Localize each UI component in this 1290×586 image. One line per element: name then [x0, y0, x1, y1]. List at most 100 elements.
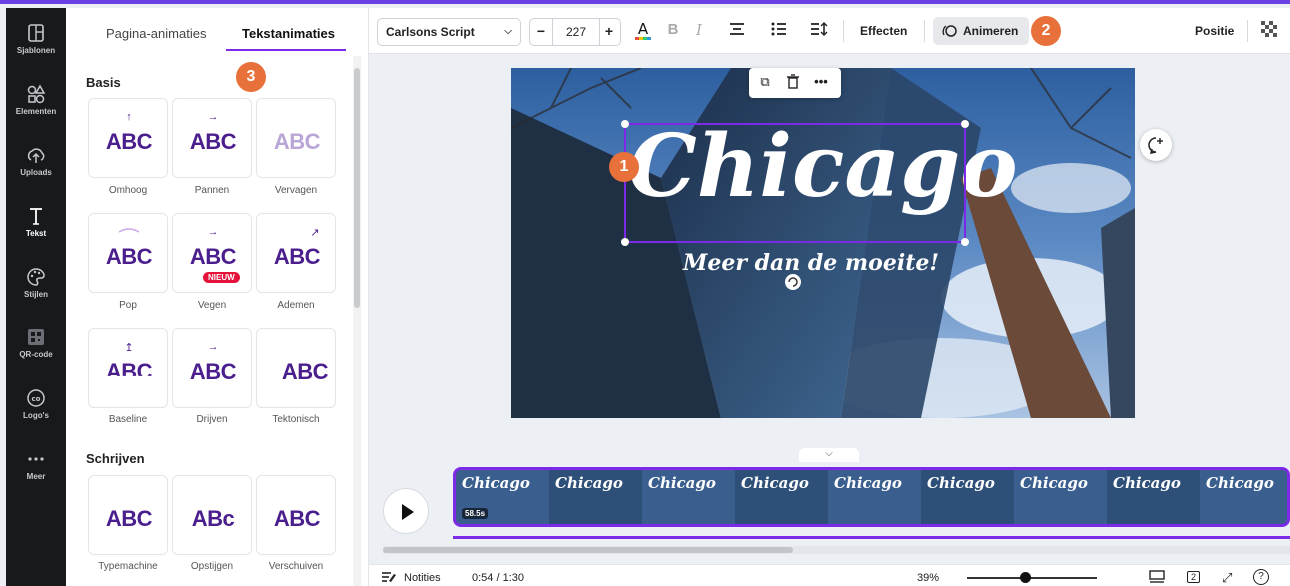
tab-page-animations[interactable]: Pagina-animaties [106, 26, 206, 41]
design-title[interactable]: Chicago [628, 116, 1017, 217]
animation-label: Vegen [197, 300, 227, 311]
animation-pannen[interactable]: → ABC [172, 98, 252, 178]
animation-opstijgen[interactable]: ABc [172, 475, 252, 555]
sidebar-item-templates[interactable]: Sjablonen [6, 22, 66, 55]
svg-text:A: A [638, 21, 649, 38]
align-center-button[interactable] [727, 21, 747, 41]
palette-icon [27, 268, 45, 286]
font-family-select[interactable]: Carlsons Script ⌵ [377, 18, 521, 46]
sidebar-item-text[interactable]: Tekst [6, 205, 66, 238]
sidebar-item-logos[interactable]: co Logo's [6, 387, 66, 420]
timeline-scrollbar[interactable] [383, 546, 1290, 554]
panel-scrollbar[interactable] [353, 56, 361, 586]
clip-frame: Chicago [1200, 470, 1287, 524]
font-size-value[interactable]: 227 [552, 19, 600, 45]
animation-ademen[interactable]: ↗ ABC [256, 213, 336, 293]
templates-icon [28, 24, 44, 42]
animation-vegen[interactable]: → ABC NIEUW [172, 213, 252, 293]
grid-view-icon[interactable] [1149, 570, 1165, 586]
list-button[interactable] [769, 21, 789, 41]
timeline-clip[interactable]: Chicago 58.5s Chicago Chicago Chicago Chi… [453, 467, 1290, 527]
page-count[interactable]: 2 [1187, 571, 1201, 583]
notes-icon[interactable] [381, 570, 397, 586]
notes-button[interactable]: Notities [404, 572, 441, 584]
spacing-button[interactable] [809, 21, 829, 41]
sidebar-item-label: Meer [26, 472, 46, 481]
timeline-toggle[interactable]: ⌵ [799, 448, 859, 462]
city-photo: Chicago Meer dan de moeite! [511, 68, 1135, 418]
comment-button[interactable] [1140, 129, 1172, 161]
arrow-right-icon: → [207, 341, 219, 353]
preview-text: ABC [189, 129, 237, 154]
bold-button[interactable]: B [665, 21, 681, 41]
animation-label: Pannen [194, 185, 230, 196]
frame-text: Chicago [927, 474, 995, 492]
logo-icon: co [27, 389, 45, 407]
help-icon[interactable]: ? [1253, 569, 1269, 585]
line-spacing-icon [811, 22, 828, 36]
preview-text: ABC [273, 129, 321, 154]
preview-text: ABC [105, 506, 153, 531]
callout-badge-2: 2 [1031, 16, 1061, 46]
frame-text: Chicago [462, 474, 530, 492]
arrow-up-bar-icon: ↥ [124, 342, 134, 354]
zoom-level[interactable]: 39% [917, 572, 939, 584]
scrollbar-thumb[interactable] [354, 68, 360, 308]
animation-tektonisch[interactable]: ABC [256, 328, 336, 408]
animation-omhoog[interactable]: ↑ ABC [88, 98, 168, 178]
zoom-slider[interactable] [967, 577, 1097, 579]
animation-vervagen[interactable]: ABC [256, 98, 336, 178]
animation-typemachine[interactable]: ABC [88, 475, 168, 555]
sidebar-item-uploads[interactable]: Uploads [6, 144, 66, 177]
more-options-icon[interactable]: ••• [811, 74, 831, 89]
zoom-slider-handle[interactable] [1020, 572, 1031, 583]
fullscreen-icon[interactable]: ⤢ [1222, 570, 1232, 586]
preview-text: ABC [281, 359, 329, 384]
text-color-button[interactable]: A [632, 20, 654, 41]
sidebar-item-elements[interactable]: Elementen [6, 83, 66, 116]
font-size-stepper[interactable]: − 227 + [529, 18, 621, 46]
section-title-schrijven: Schrijven [86, 451, 145, 466]
grid-svg [1149, 570, 1165, 583]
scrollbar-thumb[interactable] [383, 547, 793, 553]
design-subtitle[interactable]: Meer dan de moeite! [682, 250, 939, 276]
playback-time: 0:54 / 1:30 [472, 572, 524, 584]
align-center-icon [730, 23, 744, 35]
notes-svg [382, 572, 396, 582]
tab-text-animations[interactable]: Tekstanimaties [242, 26, 335, 41]
sidebar-item-more[interactable]: Meer [6, 448, 66, 481]
italic-button[interactable]: I [691, 21, 707, 41]
transparency-icon [1261, 21, 1277, 37]
animation-verschuiven[interactable]: ABC [256, 475, 336, 555]
animation-baseline[interactable]: ↥ ABC [88, 328, 168, 408]
effects-button[interactable]: Effecten [860, 24, 907, 38]
new-badge: NIEUW [203, 272, 240, 283]
text-icon [30, 208, 42, 225]
qr-code-icon [28, 329, 44, 345]
transparency-button[interactable] [1259, 21, 1279, 41]
clip-duration: 58.5s [462, 508, 489, 519]
trash-icon[interactable] [783, 74, 803, 93]
animation-label: Vervagen [274, 185, 318, 196]
rotate-handle[interactable] [785, 274, 801, 290]
decrease-size-button[interactable]: − [530, 23, 552, 39]
clip-frame: Chicago [921, 470, 1014, 524]
increase-size-button[interactable]: + [598, 23, 620, 39]
toolbar-divider [1247, 20, 1248, 42]
add-comment-icon [1148, 137, 1163, 154]
play-icon [402, 504, 414, 520]
sidebar-item-qr-code[interactable]: QR-code [6, 326, 66, 359]
design-page[interactable]: Chicago Meer dan de moeite! [511, 68, 1135, 418]
sidebar-item-label: Uploads [20, 168, 52, 177]
panel-tabs: Pagina-animaties Tekstanimaties [66, 8, 356, 54]
animation-drijven[interactable]: → ABC [172, 328, 252, 408]
trash-svg [787, 74, 799, 89]
position-button[interactable]: Positie [1195, 24, 1234, 38]
canvas-area: Chicago Meer dan de moeite! ⧉ ••• 1 [369, 54, 1290, 454]
duplicate-icon[interactable]: ⧉ [755, 74, 775, 90]
animate-button[interactable]: Animeren [933, 17, 1029, 45]
pop-rings-icon [118, 228, 140, 233]
play-button[interactable] [383, 488, 429, 534]
animation-pop[interactable]: ABC [88, 213, 168, 293]
sidebar-item-styles[interactable]: Stijlen [6, 266, 66, 299]
